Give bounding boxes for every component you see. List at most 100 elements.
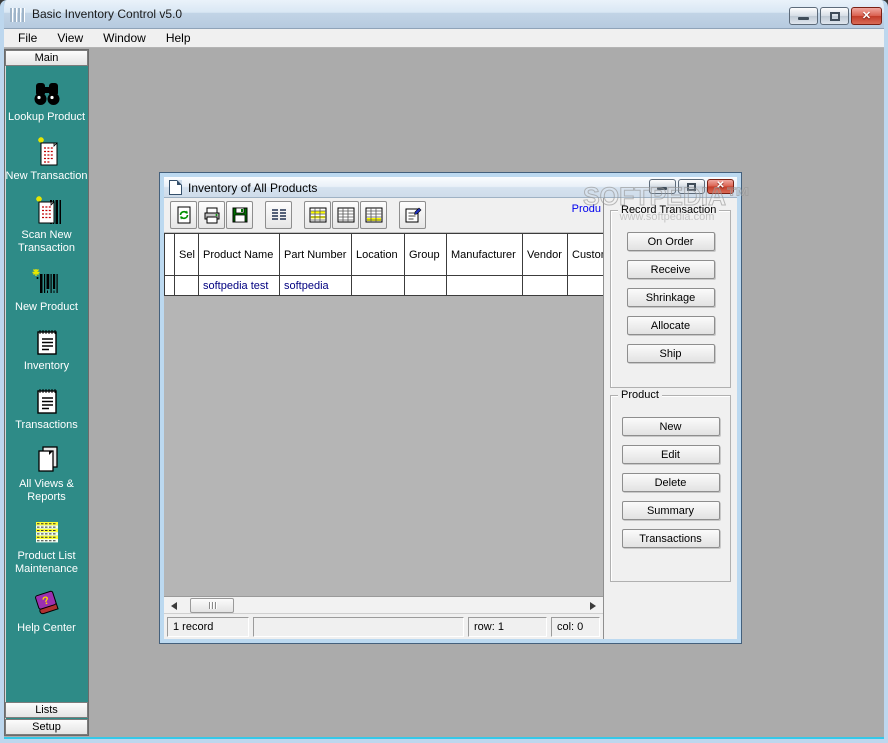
grid-rows-highlight-button[interactable] bbox=[360, 201, 387, 229]
shrinkage-button[interactable]: Shrinkage bbox=[627, 288, 715, 307]
sidebar-item-new-product[interactable]: New Product bbox=[5, 266, 88, 314]
sidebar-item-scan-new-transaction[interactable]: Scan New Transaction bbox=[5, 194, 88, 255]
inventory-child-window: Inventory of All Products ✕ bbox=[160, 173, 741, 643]
on-order-button[interactable]: On Order bbox=[627, 232, 715, 251]
column-header-sel[interactable]: Sel bbox=[175, 234, 199, 276]
striped-list-icon bbox=[30, 515, 64, 549]
cell-vendor[interactable] bbox=[523, 276, 568, 296]
grid-header-row: Sel Product Name Part Number Location Gr… bbox=[165, 234, 604, 276]
title-bar: Basic Inventory Control v5.0 ✕ bbox=[0, 0, 888, 29]
documents-icon bbox=[30, 443, 64, 477]
grid-plain-button[interactable] bbox=[332, 201, 359, 229]
properties-icon bbox=[403, 205, 423, 225]
product-group: Product New Edit Delete Summary Transact… bbox=[610, 395, 731, 582]
menu-view[interactable]: View bbox=[47, 29, 93, 47]
cell-location[interactable] bbox=[352, 276, 405, 296]
cell-customer[interactable] bbox=[568, 276, 604, 296]
cell-manufacturer[interactable] bbox=[447, 276, 523, 296]
column-header-vendor[interactable]: Vendor bbox=[523, 234, 568, 276]
menu-bar: File View Window Help bbox=[0, 29, 888, 48]
sidebar-tab-main[interactable]: Main bbox=[5, 50, 88, 66]
menu-file[interactable]: File bbox=[8, 29, 47, 47]
binoculars-icon bbox=[30, 76, 64, 110]
notepad-icon bbox=[30, 325, 64, 359]
workspace: Main Lookup Product bbox=[0, 48, 888, 737]
sidebar-item-label: New Transaction bbox=[6, 170, 88, 183]
scroll-right-arrow[interactable] bbox=[585, 598, 601, 613]
sidebar-item-label: Transactions bbox=[15, 419, 78, 432]
sidebar-item-product-list-maintenance[interactable]: Product List Maintenance bbox=[5, 515, 88, 576]
close-button[interactable]: ✕ bbox=[851, 7, 882, 25]
scan-receipt-icon bbox=[30, 194, 64, 228]
application-window: Basic Inventory Control v5.0 ✕ File View… bbox=[0, 0, 888, 743]
sidebar-tab-setup[interactable]: Setup bbox=[5, 719, 88, 735]
allocate-button[interactable]: Allocate bbox=[627, 316, 715, 335]
column-header-product-name[interactable]: Product Name bbox=[199, 234, 280, 276]
sidebar-item-inventory[interactable]: Inventory bbox=[5, 325, 88, 373]
record-transaction-group: Record Transaction On Order Receive Shri… bbox=[610, 210, 731, 388]
save-button[interactable] bbox=[226, 201, 253, 229]
grid-columns-highlight-icon bbox=[308, 205, 328, 225]
sidebar-item-transactions[interactable]: Transactions bbox=[5, 384, 88, 432]
sidebar-item-label: Product List Maintenance bbox=[5, 550, 88, 576]
ship-button[interactable]: Ship bbox=[627, 344, 715, 363]
sidebar-tab-lists[interactable]: Lists bbox=[5, 702, 88, 718]
sidebar: Main Lookup Product bbox=[4, 49, 89, 736]
child-close-button[interactable]: ✕ bbox=[707, 179, 734, 194]
properties-button[interactable] bbox=[399, 201, 426, 229]
list-view-button[interactable] bbox=[265, 201, 292, 229]
grid-columns-highlight-button[interactable] bbox=[304, 201, 331, 229]
list-view-icon bbox=[269, 205, 289, 225]
cell-group[interactable] bbox=[405, 276, 447, 296]
child-window-title: Inventory of All Products bbox=[188, 181, 317, 195]
save-icon bbox=[230, 205, 250, 225]
table-row[interactable]: softpedia test softpedia bbox=[165, 276, 604, 296]
action-panel: Record Transaction On Order Receive Shri… bbox=[604, 198, 737, 639]
sidebar-item-help-center[interactable]: ? Help Center bbox=[5, 587, 88, 635]
edit-button[interactable]: Edit bbox=[622, 445, 720, 464]
refresh-button[interactable] bbox=[170, 201, 197, 229]
grid-rows-highlight-icon bbox=[364, 205, 384, 225]
notepad-icon bbox=[30, 384, 64, 418]
column-header-part-number[interactable]: Part Number bbox=[280, 234, 352, 276]
child-restore-button[interactable] bbox=[678, 179, 705, 194]
print-button[interactable] bbox=[198, 201, 225, 229]
column-header-customer[interactable]: Customer bbox=[568, 234, 604, 276]
summary-button[interactable]: Summary bbox=[622, 501, 720, 520]
scrollbar-thumb[interactable] bbox=[190, 598, 234, 613]
refresh-icon bbox=[174, 205, 194, 225]
transactions-button[interactable]: Transactions bbox=[622, 529, 720, 548]
sidebar-item-new-transaction[interactable]: New Transaction bbox=[5, 135, 88, 183]
child-title-bar[interactable]: Inventory of All Products ✕ bbox=[164, 177, 737, 198]
delete-button[interactable]: Delete bbox=[622, 473, 720, 492]
minimize-button[interactable] bbox=[789, 7, 818, 25]
scroll-left-arrow[interactable] bbox=[166, 598, 182, 613]
column-header-manufacturer[interactable]: Manufacturer bbox=[447, 234, 523, 276]
sidebar-item-all-views-reports[interactable]: All Views & Reports bbox=[5, 443, 88, 504]
row-selector-header[interactable] bbox=[165, 234, 175, 276]
row-indicator: row: 1 bbox=[468, 617, 547, 637]
child-minimize-button[interactable] bbox=[649, 179, 676, 194]
cell-part-number[interactable]: softpedia bbox=[280, 276, 352, 296]
menu-window[interactable]: Window bbox=[93, 29, 156, 47]
help-book-icon: ? bbox=[30, 587, 64, 621]
toolbar: Produ bbox=[164, 198, 603, 233]
column-header-location[interactable]: Location bbox=[352, 234, 405, 276]
maximize-button[interactable] bbox=[820, 7, 849, 25]
cell-product-name[interactable]: softpedia test bbox=[199, 276, 280, 296]
grid-plain-icon bbox=[336, 205, 356, 225]
barcode-icon bbox=[30, 266, 64, 300]
status-bar: 1 record row: 1 col: 0 bbox=[164, 613, 603, 639]
column-header-group[interactable]: Group bbox=[405, 234, 447, 276]
menu-help[interactable]: Help bbox=[156, 29, 201, 47]
sidebar-item-lookup-product[interactable]: Lookup Product bbox=[5, 76, 88, 124]
sidebar-item-label: All Views & Reports bbox=[5, 478, 88, 504]
sidebar-item-label: Scan New Transaction bbox=[5, 229, 88, 255]
row-selector-cell[interactable] bbox=[165, 276, 175, 296]
horizontal-scrollbar[interactable] bbox=[164, 596, 603, 613]
sidebar-item-label: Help Center bbox=[17, 622, 76, 635]
new-button[interactable]: New bbox=[622, 417, 720, 436]
receive-button[interactable]: Receive bbox=[627, 260, 715, 279]
new-receipt-icon bbox=[30, 135, 64, 169]
cell-sel[interactable] bbox=[175, 276, 199, 296]
